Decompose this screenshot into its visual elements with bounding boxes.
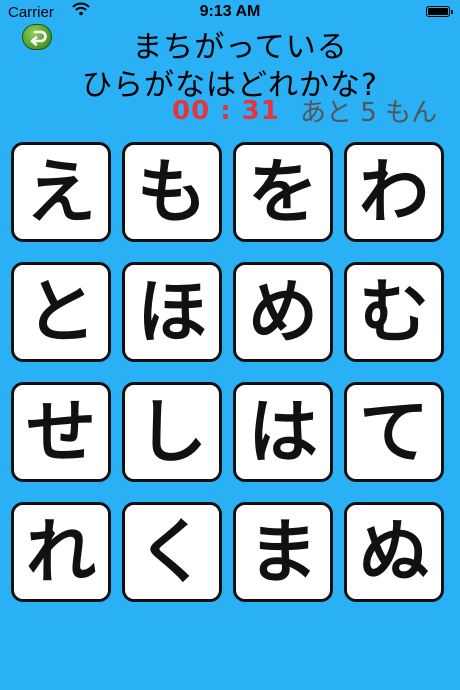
- tile-8[interactable]: む: [344, 262, 444, 362]
- tile-4[interactable]: わ: [344, 142, 444, 242]
- tile-11[interactable]: は: [233, 382, 333, 482]
- countdown-timer: 00 : 31: [172, 96, 280, 126]
- tile-15[interactable]: ま: [233, 502, 333, 602]
- battery-icon: [426, 6, 453, 17]
- tile-9[interactable]: せ: [11, 382, 111, 482]
- tile-5[interactable]: と: [11, 262, 111, 362]
- tile-3[interactable]: を: [233, 142, 333, 242]
- tile-2[interactable]: も: [122, 142, 222, 242]
- tile-12[interactable]: て: [344, 382, 444, 482]
- clock-label: 9:13 AM: [199, 3, 261, 20]
- hiragana-grid: え も を わ と ほ め む せ し は て れ く ま ぬ: [11, 142, 444, 602]
- tile-7[interactable]: め: [233, 262, 333, 362]
- tile-1[interactable]: え: [11, 142, 111, 242]
- tile-10[interactable]: し: [122, 382, 222, 482]
- tile-16[interactable]: ぬ: [344, 502, 444, 602]
- tile-6[interactable]: ほ: [122, 262, 222, 362]
- tile-13[interactable]: れ: [11, 502, 111, 602]
- tile-14[interactable]: く: [122, 502, 222, 602]
- remaining-questions: あと 5 もん: [300, 98, 438, 128]
